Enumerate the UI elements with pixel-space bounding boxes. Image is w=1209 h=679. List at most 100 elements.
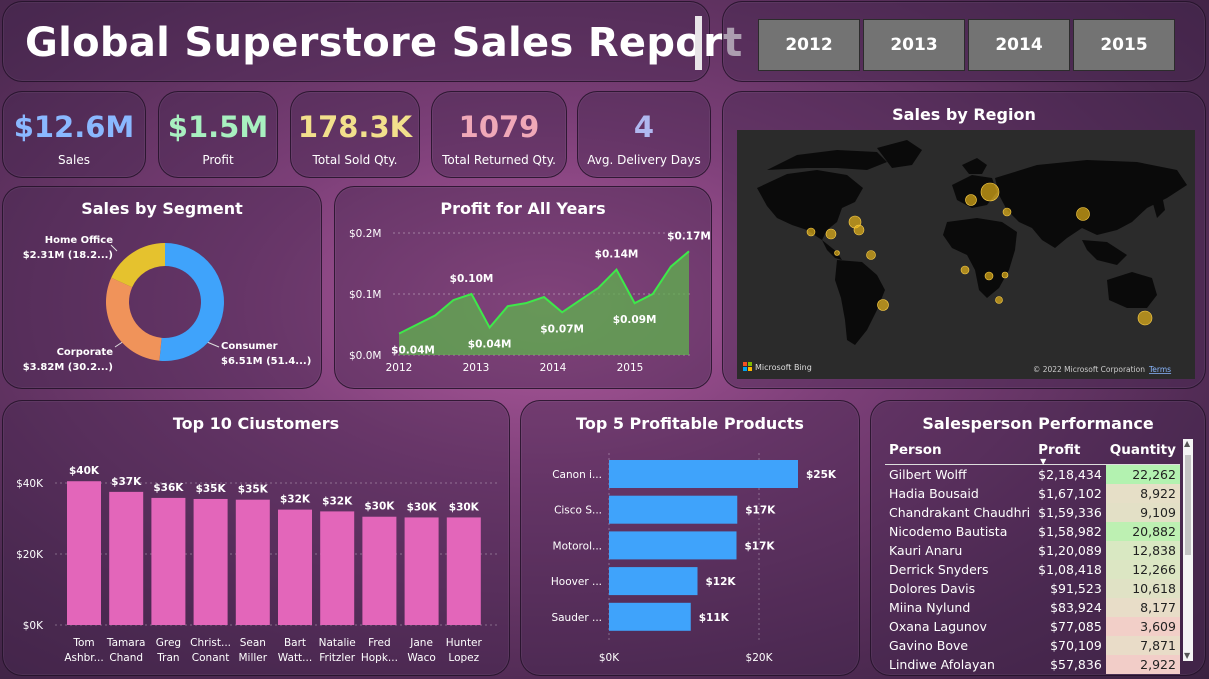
profit-cell: $1,58,982 <box>1038 523 1102 539</box>
customer-bar <box>446 517 481 625</box>
profit-cell: $1,59,336 <box>1038 504 1102 520</box>
person-cell: Oxana Lagunov <box>889 618 987 634</box>
kpi-label: Total Returned Qty. <box>442 153 556 167</box>
data-label: $30K <box>407 501 438 513</box>
customer-bar <box>193 498 228 625</box>
year-button-2013[interactable]: 2013 <box>863 19 965 71</box>
y-tick-label: $0K <box>23 620 44 632</box>
data-label: $17K <box>745 540 776 552</box>
quantity-cell: 8,177 <box>1105 597 1180 617</box>
table-scrollbar[interactable]: ▲ ▼ <box>1183 439 1193 661</box>
region-bubble[interactable] <box>1137 310 1153 326</box>
kpi-label: Sales <box>58 153 90 167</box>
x-tick-label: $0K <box>599 652 620 664</box>
table-row[interactable]: Oxana Lagunov $77,085 3,609 <box>885 616 1180 636</box>
table-row[interactable]: Miina Nylund $83,924 8,177 <box>885 597 1180 617</box>
region-bubble[interactable] <box>1076 207 1090 221</box>
x-tick-label: Jane <box>409 637 433 649</box>
table-row[interactable]: Gilbert Wolff $2,18,434 22,262 <box>885 464 1180 484</box>
region-bubble[interactable] <box>834 250 840 256</box>
table-row[interactable]: Lindiwe Afolayan $57,836 2,922 <box>885 654 1180 674</box>
region-bubble[interactable] <box>965 194 977 206</box>
table-row[interactable]: Gavino Bove $70,109 7,871 <box>885 635 1180 655</box>
product-bar <box>609 567 698 596</box>
x-tick-label: 2013 <box>463 362 490 374</box>
segment-value-label: $2.31M (18.2...) <box>23 250 113 261</box>
y-tick-label: $0.2M <box>349 228 381 240</box>
person-cell: Chandrakant Chaudhri <box>889 504 1031 520</box>
person-cell: Derrick Snyders <box>889 561 989 577</box>
region-bubble[interactable] <box>960 265 970 275</box>
data-label: $0.04M <box>468 339 512 351</box>
region-map[interactable]: Microsoft Bing © 2022 Microsoft Corporat… <box>737 130 1195 379</box>
kpi-card-delivery-days: 4 Avg. Delivery Days <box>577 91 711 178</box>
region-bubble[interactable] <box>866 250 876 260</box>
region-bubble[interactable] <box>984 271 994 281</box>
table-row[interactable]: Dolores Davis $91,523 10,618 <box>885 578 1180 598</box>
x-tick-label: Conant <box>192 652 230 664</box>
y-tick-label: Cisco S... <box>554 505 602 517</box>
profit-all-years-panel: Profit for All Years $0.0M $0.1M $0.2M 2012… <box>334 186 712 389</box>
quantity-cell: 12,266 <box>1105 559 1180 579</box>
column-header-profit[interactable]: Profit ▼ <box>1034 441 1106 466</box>
region-bubble[interactable] <box>853 224 865 236</box>
region-bubble[interactable] <box>1001 271 1009 279</box>
y-tick-label: Hoover ... <box>551 576 602 588</box>
region-bubble[interactable] <box>995 296 1003 304</box>
profit-cell: $70,109 <box>1050 637 1102 653</box>
person-cell: Hadia Bousaid <box>889 485 979 501</box>
region-bubble[interactable] <box>980 182 1000 202</box>
x-tick-label: 2014 <box>540 362 567 374</box>
quantity-cell: 12,838 <box>1105 540 1180 560</box>
salesperson-panel: Salesperson Performance Person Profit ▼ Q… <box>870 400 1206 676</box>
table-row[interactable]: Hadia Bousaid $1,67,102 8,922 <box>885 483 1180 503</box>
column-header-person[interactable]: Person <box>885 441 1035 465</box>
x-tick-label: Fritzler <box>319 652 356 664</box>
customer-bar <box>109 491 144 625</box>
year-button-2012[interactable]: 2012 <box>758 19 860 71</box>
kpi-card-profit: $1.5M Profit <box>158 91 278 178</box>
area-chart: $0.0M $0.1M $0.2M 2012 2013 2014 2015 $0.04M $0.… <box>349 228 711 374</box>
scroll-up-icon[interactable]: ▲ <box>1184 440 1190 448</box>
donut-slice <box>105 277 162 361</box>
quantity-cell: 20,882 <box>1105 521 1180 541</box>
column-header-label: Profit <box>1038 442 1081 458</box>
year-button-2014[interactable]: 2014 <box>968 19 1070 71</box>
table-row[interactable]: Derrick Snyders $1,08,418 12,266 <box>885 559 1180 579</box>
map-copyright: © 2022 Microsoft Corporation <box>1033 365 1145 374</box>
table-row[interactable]: Nicodemo Bautista $1,58,982 20,882 <box>885 521 1180 541</box>
x-tick-label: Tran <box>156 652 179 664</box>
product-bar <box>609 602 691 631</box>
scroll-down-icon[interactable]: ▼ <box>1184 652 1190 660</box>
customer-bar <box>151 497 186 625</box>
customer-bar <box>362 516 397 625</box>
table-row[interactable]: Kauri Anaru $1,20,089 12,838 <box>885 540 1180 560</box>
sort-desc-icon: ▼ <box>1040 457 1047 466</box>
region-bubble[interactable] <box>825 228 837 240</box>
scrollbar-thumb[interactable] <box>1185 455 1191 555</box>
column-header-quantity[interactable]: Quantity <box>1105 441 1180 465</box>
map-terms-link[interactable]: Terms <box>1148 365 1171 374</box>
segment-name-label: Corporate <box>57 347 114 358</box>
quantity-cell: 8,922 <box>1105 483 1180 503</box>
data-label: $11K <box>699 612 730 624</box>
y-tick-label: $0.0M <box>349 350 381 362</box>
x-tick-label: Christ... <box>190 637 231 649</box>
region-bubble[interactable] <box>877 299 889 311</box>
table-row[interactable]: Chandrakant Chaudhri $1,59,336 9,109 <box>885 502 1180 522</box>
data-label: $30K <box>449 501 480 513</box>
region-bubble[interactable] <box>1002 207 1012 217</box>
data-label: $35K <box>238 484 269 496</box>
kpi-value: 178.3K <box>297 110 413 144</box>
region-bubble[interactable] <box>806 227 816 237</box>
quantity-cell: 3,609 <box>1105 616 1180 636</box>
profit-cell: $2,18,434 <box>1038 466 1102 482</box>
x-tick-label: Miller <box>239 652 268 664</box>
profit-cell: $77,085 <box>1050 618 1102 634</box>
segment-name-label: Home Office <box>45 235 114 246</box>
kpi-label: Avg. Delivery Days <box>587 153 701 167</box>
data-label: $37K <box>111 476 142 488</box>
area-fill <box>399 251 689 355</box>
kpi-label: Profit <box>202 153 234 167</box>
year-button-2015[interactable]: 2015 <box>1073 19 1175 71</box>
